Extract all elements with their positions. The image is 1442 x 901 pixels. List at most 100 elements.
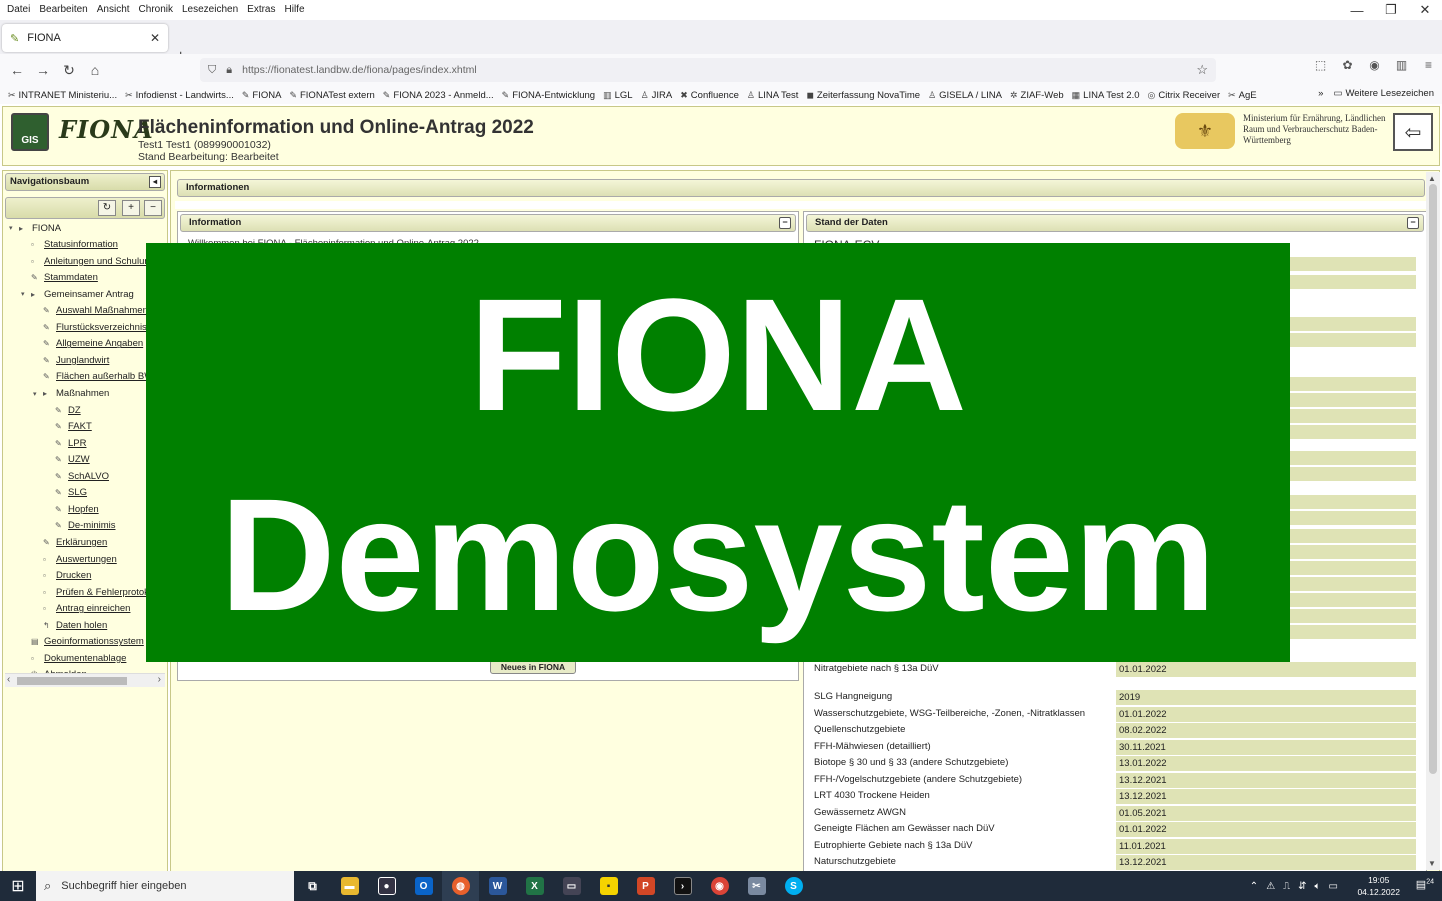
powerpoint-app-icon[interactable]: P — [627, 871, 664, 901]
tab-fiona[interactable]: ✎ FIONA ✕ — [2, 24, 168, 52]
reload-button[interactable]: ↻ — [56, 62, 82, 79]
home-button[interactable]: ⌂ — [82, 62, 108, 78]
scroll-down-icon[interactable]: ▼ — [1428, 859, 1436, 868]
bookmark-item[interactable]: ♙ GISELA / LINA — [928, 90, 1002, 101]
forward-button[interactable]: → — [30, 62, 56, 78]
nav-tree-item[interactable]: ✎ LPR — [45, 436, 86, 450]
taskbar-clock[interactable]: 19:05 04.12.2022 — [1357, 874, 1400, 898]
url-bar[interactable]: ⛉ 🔒︎ https://fionatest.landbw.de/fiona/p… — [200, 58, 1216, 82]
back-button[interactable]: ← — [4, 62, 30, 78]
tray-security-icon[interactable]: ⚠ — [1266, 881, 1275, 892]
nav-tree-item[interactable]: ▫ Antrag einreichen — [33, 602, 130, 616]
hamburger-menu-icon[interactable]: ≡ — [1415, 58, 1442, 72]
sidebar-icon[interactable]: ▥ — [1388, 58, 1415, 72]
window-close-icon[interactable]: ✕ — [1408, 0, 1442, 20]
bookmark-item[interactable]: ✎ FIONATest extern — [289, 90, 374, 101]
tray-battery-icon[interactable]: ▭ — [1329, 881, 1338, 892]
explorer-app-icon[interactable]: ▬ — [331, 871, 368, 901]
nav-tree-item[interactable]: ✎ Erklärungen — [33, 535, 107, 549]
bookmark-item[interactable]: ◎ Citrix Receiver — [1148, 90, 1221, 101]
logout-door-icon[interactable]: ⇦ — [1393, 113, 1433, 151]
bookmarks-more-button[interactable]: » — [1318, 88, 1323, 99]
bookmark-item[interactable]: ✎ FIONA — [242, 90, 282, 101]
menu-ansicht[interactable]: Ansicht — [95, 4, 132, 15]
addon-icon[interactable]: ◉ — [1361, 58, 1388, 72]
nav-tree-item[interactable]: ✎ Allgemeine Angaben — [33, 337, 143, 351]
lock-icon[interactable]: 🔒︎ — [226, 64, 232, 77]
sticky-notes-app-icon[interactable]: ▪ — [590, 871, 627, 901]
task-view-icon[interactable]: ⧉ — [294, 871, 331, 901]
remote-desktop-app-icon[interactable]: ▭ — [553, 871, 590, 901]
nav-tree-item[interactable]: ✎ Flurstücksverzeichnis — [33, 320, 147, 334]
tree-toggle-icon[interactable]: ▾ — [9, 224, 17, 232]
bookmark-item[interactable]: ✲ ZIAF-Web — [1010, 90, 1064, 101]
nav-tree-item[interactable]: ▫ Auswertungen — [33, 552, 117, 566]
menu-datei[interactable]: Datei — [5, 4, 32, 15]
neues-in-fiona-button[interactable]: Neues in FIONA — [490, 660, 576, 674]
snipping-app-icon[interactable]: ✂ — [738, 871, 775, 901]
bookmark-item[interactable]: ✂ AgE — [1228, 90, 1257, 101]
vertical-scroll-thumb[interactable] — [1429, 184, 1437, 774]
chrome-app-icon[interactable]: ◉ — [701, 871, 738, 901]
bookmark-item[interactable]: ✂ Infodienst - Landwirts... — [125, 90, 234, 101]
menu-extras[interactable]: Extras — [245, 4, 277, 15]
nav-tree-item[interactable]: ✎ Hopfen — [45, 502, 99, 516]
bookmark-item[interactable]: ✎ FIONA-Entwicklung — [502, 90, 595, 101]
nav-tree-item[interactable]: ▫ Anleitungen und Schulungen — [21, 254, 166, 268]
tray-volume-icon[interactable]: 🔈︎ — [1315, 881, 1321, 892]
nav-tree-item[interactable]: ✎ UZW — [45, 453, 90, 467]
taskbar-search-input[interactable]: ⌕ Suchbegriff hier eingeben — [36, 871, 294, 901]
bookmark-star-icon[interactable]: ☆ — [1196, 62, 1208, 78]
tab-close-icon[interactable]: ✕ — [150, 31, 160, 45]
bookmark-item[interactable]: ♙ JIRA — [641, 90, 673, 101]
refresh-tree-button[interactable]: ↻ — [98, 200, 116, 216]
menu-chronik[interactable]: Chronik — [137, 4, 175, 15]
scroll-thumb[interactable] — [17, 677, 127, 685]
collapse-stand-icon[interactable]: − — [1407, 217, 1419, 229]
bookmark-item[interactable]: ▦ LINA Test 2.0 — [1072, 90, 1140, 101]
scroll-up-icon[interactable]: ▲ — [1428, 174, 1436, 183]
bookmark-item[interactable]: ▥ LGL — [603, 90, 632, 101]
nav-tree-item[interactable]: ✎ SLG — [45, 486, 87, 500]
word-app-icon[interactable]: W — [479, 871, 516, 901]
nav-tree-item[interactable]: ✎ Flächen außerhalb BW — [33, 370, 153, 384]
expand-all-button[interactable]: + — [122, 200, 140, 216]
bookmark-item[interactable]: ✎ FIONA 2023 - Anmeld... — [383, 90, 494, 101]
other-bookmarks-button[interactable]: Weitere Lesezeichen — [1345, 88, 1434, 99]
firefox-app-icon[interactable]: ◍ — [442, 871, 479, 901]
collapse-all-button[interactable]: − — [144, 200, 162, 216]
window-restore-icon[interactable]: ❐ — [1374, 0, 1408, 20]
windows-start-icon[interactable]: ⊞ — [0, 876, 36, 896]
keepass-app-icon[interactable]: ● — [368, 871, 405, 901]
bookmark-item[interactable]: ✖ Confluence — [680, 90, 739, 101]
menu-lesezeichen[interactable]: Lesezeichen — [180, 4, 240, 15]
collapse-information-icon[interactable]: − — [779, 217, 791, 229]
nav-tree-item[interactable]: ▫ Dokumentenablage — [21, 651, 126, 665]
excel-app-icon[interactable]: X — [516, 871, 553, 901]
nav-tree-item[interactable]: ↰ Daten holen — [33, 618, 107, 632]
gis-logo[interactable]: GIS — [11, 113, 49, 151]
nav-tree-item[interactable]: ✎ De-minimis — [45, 519, 116, 533]
nav-tree-item[interactable]: ▫ Statusinformation — [21, 238, 118, 252]
scroll-left-icon[interactable]: ‹ — [7, 674, 10, 685]
nav-tree-item[interactable]: ▫ Prüfen & Fehlerprotokoll — [33, 585, 158, 599]
nav-horizontal-scrollbar[interactable]: ‹ › — [5, 673, 165, 687]
tree-toggle-icon[interactable]: ▾ — [21, 290, 29, 298]
notification-center-icon[interactable]: ▤24 — [1416, 878, 1434, 891]
extension-icon[interactable]: ✿ — [1334, 58, 1361, 72]
nav-tree-item[interactable]: ✎ DZ — [45, 403, 81, 417]
nav-tree-item[interactable]: ✎ Junglandwirt — [33, 353, 109, 367]
nav-tree-item[interactable]: ▾ ▸ Maßnahmen — [33, 387, 109, 401]
bookmark-item[interactable]: ◼ Zeiterfassung NovaTime — [806, 90, 920, 101]
nav-tree-item[interactable]: ▤ Geoinformationssystem — [21, 635, 144, 649]
nav-tree-item[interactable]: ▾ ▸ FIONA — [9, 221, 61, 235]
window-minimize-icon[interactable]: — — [1340, 0, 1374, 20]
menu-bearbeiten[interactable]: Bearbeiten — [37, 4, 89, 15]
collapse-panel-icon[interactable]: ◂ — [149, 176, 161, 188]
tray-network-icon[interactable]: ⎍ — [1283, 881, 1290, 892]
nav-tree-item[interactable]: ✎ SchALVO — [45, 469, 109, 483]
nav-tree-item[interactable]: ▾ ▸ Gemeinsamer Antrag — [21, 287, 134, 301]
tray-expand-icon[interactable]: ⌃ — [1250, 881, 1258, 892]
menu-hilfe[interactable]: Hilfe — [283, 4, 307, 15]
main-vertical-scrollbar[interactable]: ▲ ▼ — [1426, 172, 1440, 870]
